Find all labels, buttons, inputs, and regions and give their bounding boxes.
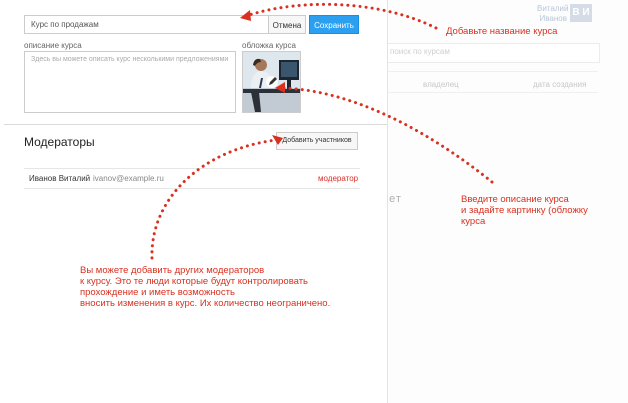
arrow-to-add-members xyxy=(150,138,278,260)
annotation-add-name: Добавьте название курса xyxy=(446,26,558,37)
arrowhead-add-members xyxy=(272,135,283,145)
arrowhead-name xyxy=(240,10,251,21)
annotation-line: Введите описание курса xyxy=(461,194,569,205)
arrow-to-cover xyxy=(279,86,494,184)
arrowhead-cover xyxy=(275,82,285,93)
annotation-moderators: Вы можете добавить других модераторов к … xyxy=(80,265,380,309)
annotation-line: вносить изменения в курс. Их количество … xyxy=(80,298,331,309)
annotation-line: прохождение и иметь возможность xyxy=(80,287,235,298)
annotation-line: курса xyxy=(461,216,486,227)
annotation-line: и задайте картинку (обложку xyxy=(461,205,588,216)
arrow-to-name-input xyxy=(244,2,438,30)
annotation-line: к курсу. Это те люди которые будут контр… xyxy=(80,276,309,287)
annotation-description: Введите описание курса и задайте картинк… xyxy=(461,194,621,227)
annotation-line: Вы можете добавить других модераторов xyxy=(80,265,265,276)
